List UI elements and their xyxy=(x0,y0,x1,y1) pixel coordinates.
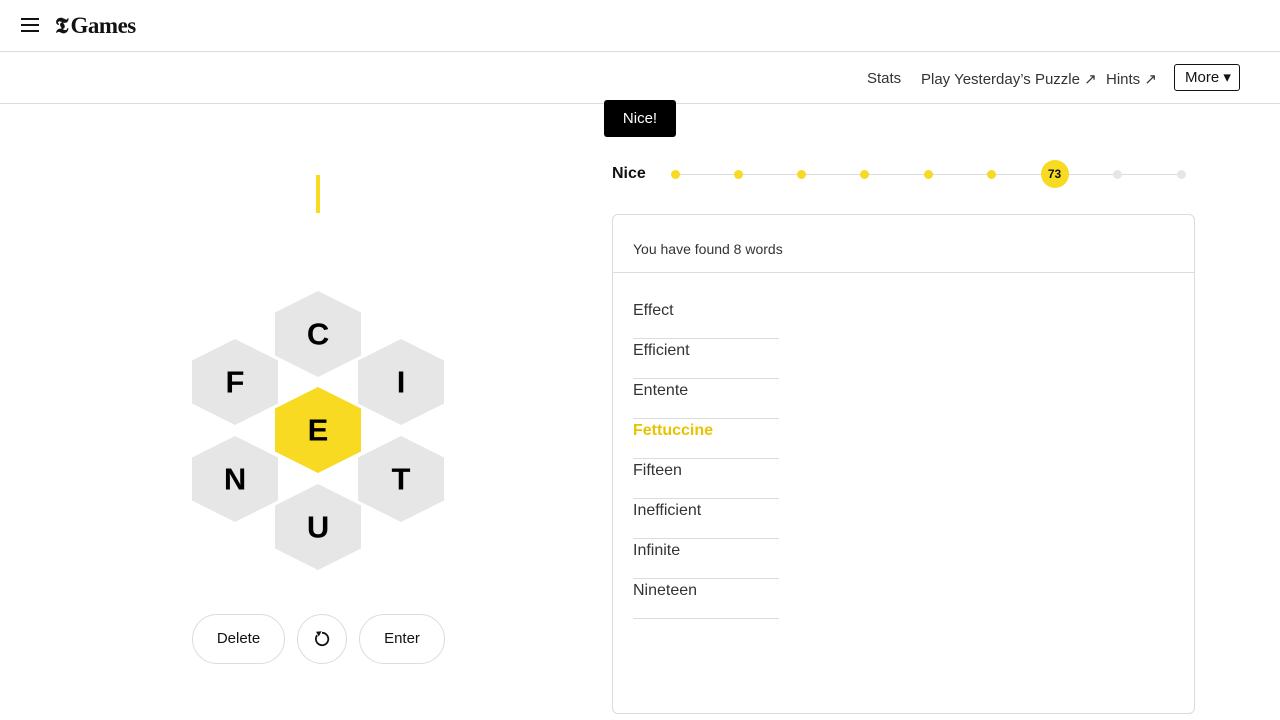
hive-letter-center: E xyxy=(308,413,329,448)
feedback-toast: Nice! xyxy=(604,100,676,137)
hive-cell-top[interactable]: C xyxy=(275,291,361,377)
hive-letter-top: C xyxy=(307,317,329,352)
hive-letter-lower-right: T xyxy=(392,462,411,497)
progress-dot xyxy=(986,170,996,179)
found-word: Nineteen xyxy=(633,579,779,619)
hive-letter-bottom: U xyxy=(307,510,329,545)
found-word: Entente xyxy=(633,379,779,419)
hamburger-menu-icon[interactable] xyxy=(20,15,40,35)
logo-text: Games xyxy=(70,13,137,38)
hive-letter-lower-left: N xyxy=(224,462,246,497)
progress-bar: 73 xyxy=(670,160,1186,188)
enter-button[interactable]: Enter xyxy=(359,614,445,664)
input-cursor xyxy=(316,175,320,213)
found-word: Efficient xyxy=(633,339,779,379)
letter-hive: C F I E N T U xyxy=(190,288,446,570)
nyt-logo-mark: 𝕿 xyxy=(55,13,69,39)
hive-cell-lower-left[interactable]: N xyxy=(192,436,278,522)
rank-label: Nice xyxy=(612,165,646,182)
divider xyxy=(613,272,1194,273)
hive-cell-center[interactable]: E xyxy=(275,387,361,473)
progress-dot xyxy=(860,170,870,179)
hive-cell-upper-left[interactable]: F xyxy=(192,339,278,425)
more-dropdown-button[interactable]: More ▾ xyxy=(1174,64,1240,91)
progress-dot xyxy=(733,170,743,179)
top-header: 𝕿 Games xyxy=(0,0,1280,52)
progress-dot xyxy=(670,170,680,179)
progress-dot xyxy=(923,170,933,179)
yesterdays-puzzle-link[interactable]: Play Yesterday’s Puzzle ↗ xyxy=(921,70,1097,88)
hints-link[interactable]: Hints ↗ xyxy=(1106,70,1157,88)
found-word: Infinite xyxy=(633,539,779,579)
stats-link[interactable]: Stats xyxy=(867,70,901,87)
pangram-word: Fettuccine xyxy=(633,419,779,459)
word-list-panel: You have found 8 words Effect Efficient En… xyxy=(612,214,1195,714)
found-word: Inefficient xyxy=(633,499,779,539)
progress-dot xyxy=(1113,170,1123,179)
found-words-list: Effect Efficient Entente Fettuccine Fifteen I… xyxy=(633,299,779,619)
shuffle-icon xyxy=(315,631,330,647)
score-bubble: 73 xyxy=(1040,160,1069,188)
delete-button[interactable]: Delete xyxy=(192,614,285,664)
progress-dot xyxy=(797,170,806,179)
game-toolbar: Stats Play Yesterday’s Puzzle ↗ Hints ↗ … xyxy=(0,52,1280,104)
shuffle-button[interactable] xyxy=(297,614,347,664)
hive-cell-upper-right[interactable]: I xyxy=(358,339,444,425)
hive-letter-upper-left: F xyxy=(226,365,245,400)
found-word: Fifteen xyxy=(633,459,779,499)
progress-dot xyxy=(1176,170,1186,179)
games-logo[interactable]: 𝕿 Games xyxy=(55,13,136,39)
hive-cell-lower-right[interactable]: T xyxy=(358,436,444,522)
hive-svg: C F I E N T U xyxy=(192,291,444,570)
found-words-count: You have found 8 words xyxy=(633,241,783,257)
hive-letter-upper-right: I xyxy=(397,365,406,400)
found-word: Effect xyxy=(633,299,779,339)
hive-cell-bottom[interactable]: U xyxy=(275,484,361,570)
